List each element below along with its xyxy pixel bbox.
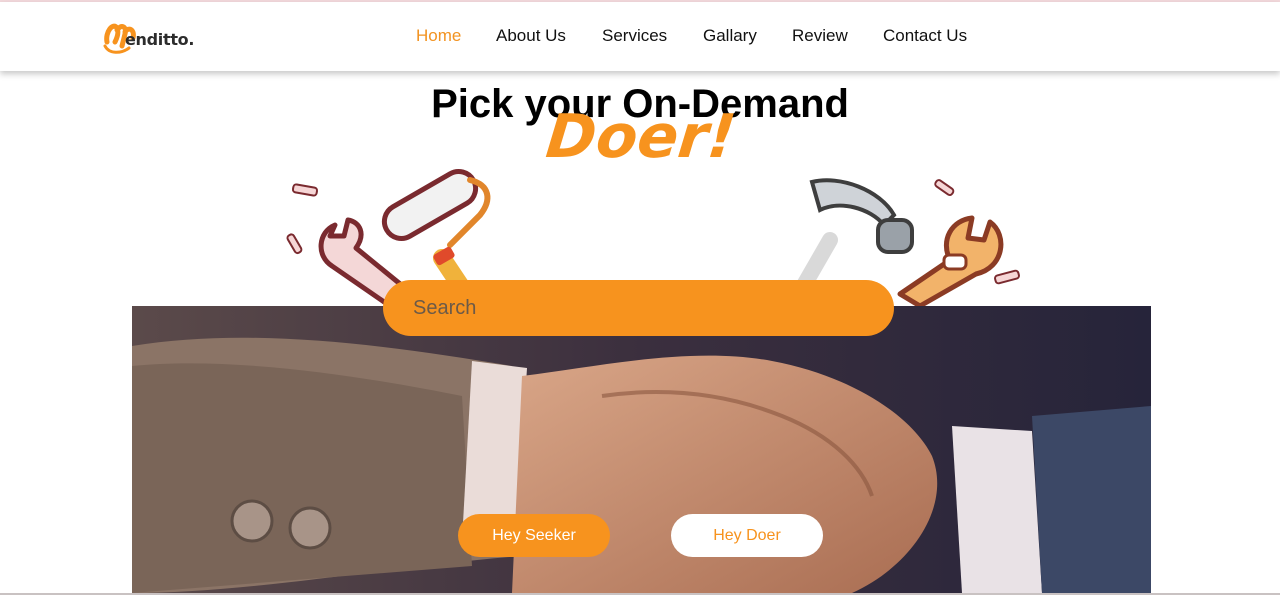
- screw-icon: [291, 183, 319, 197]
- hey-doer-button[interactable]: Hey Doer: [671, 514, 823, 557]
- nav-home[interactable]: Home: [416, 26, 461, 46]
- nav-services[interactable]: Services: [602, 26, 667, 46]
- navbar: enditto. Home About Us Services Gallary …: [0, 2, 1280, 71]
- brand-name: enditto.: [125, 30, 195, 49]
- brand-logo[interactable]: enditto.: [103, 20, 213, 58]
- nav-review[interactable]: Review: [792, 26, 848, 46]
- adjustable-wrench-icon: [897, 215, 1004, 309]
- screw-icon: [286, 233, 303, 255]
- search-input[interactable]: [383, 280, 894, 336]
- screw-icon: [934, 179, 955, 197]
- handshake-photo: [132, 306, 1151, 593]
- hey-seeker-button[interactable]: Hey Seeker: [458, 514, 610, 557]
- nav-about-us[interactable]: About Us: [496, 26, 566, 46]
- screw-icon: [994, 269, 1020, 285]
- nav-gallary[interactable]: Gallary: [703, 26, 757, 46]
- nav-contact-us[interactable]: Contact Us: [883, 26, 967, 46]
- search-bar: [383, 280, 894, 336]
- handshake-illustration: [132, 306, 1151, 593]
